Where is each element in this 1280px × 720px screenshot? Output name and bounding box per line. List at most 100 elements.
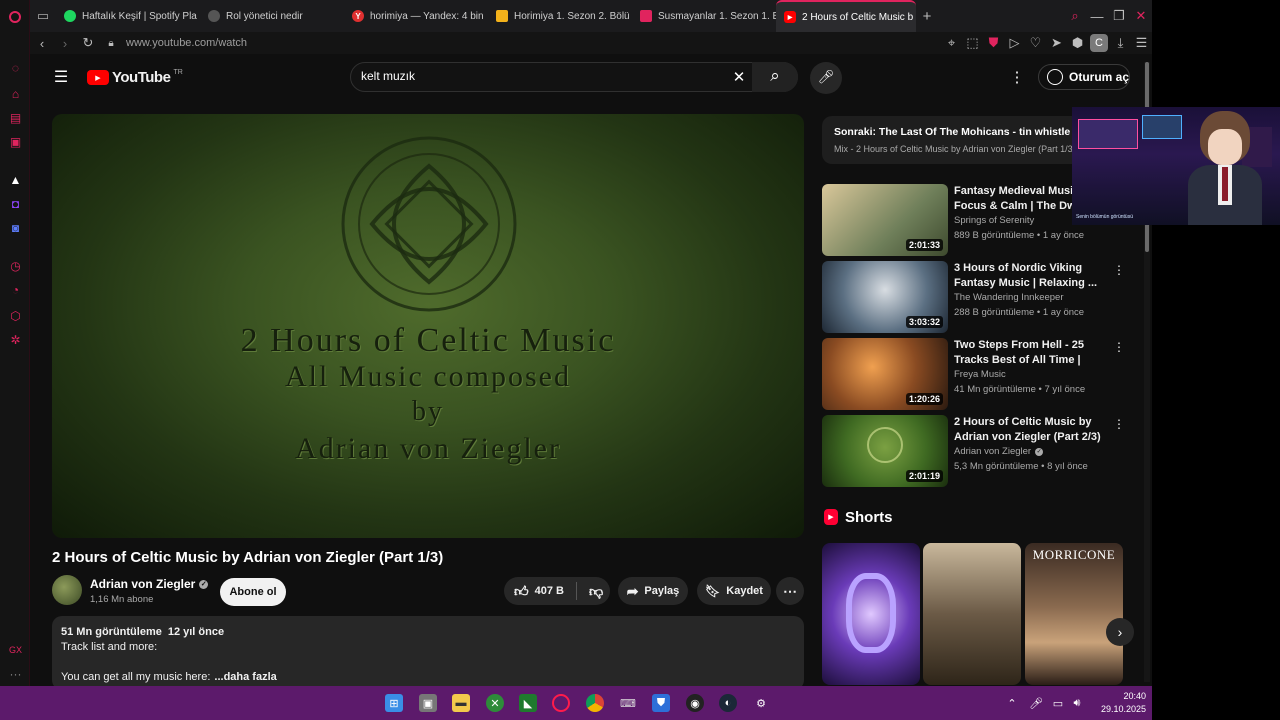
recommendation-card[interactable]: 1:20:26 Two Steps From Hell - 25 Tracks … [822, 338, 1142, 410]
save-button[interactable]: 🔖︎ Kaydet [697, 577, 771, 605]
card-channel[interactable]: Freya Music [954, 369, 1006, 380]
video-player[interactable]: 2 Hours of Celtic Music All Music compos… [52, 114, 804, 538]
gx-icon[interactable]: GX [9, 643, 22, 656]
card-channel[interactable]: The Wandering Innkeeper [954, 292, 1064, 303]
pin-icon[interactable]: ⌖ [941, 35, 962, 51]
like-icon[interactable]: 👍︎ [514, 583, 529, 600]
easy-setup-icon[interactable]: ☰ [1131, 35, 1152, 51]
forward-icon[interactable]: › [54, 36, 76, 51]
clock[interactable]: 20:40 29.10.2025 [1090, 690, 1146, 716]
maximize-icon[interactable]: ❐ [1108, 8, 1130, 24]
home-icon[interactable]: ⌂ [9, 87, 22, 101]
search-tabs-icon[interactable]: ⌕ [1064, 8, 1086, 24]
opera-sidebar: ◌ ⌂ ▤ ▣ ▲ ◘ ◙ ◷ ◔ ⬡ ✲ GX ··· [0, 0, 30, 686]
flow-icon[interactable]: ➤ [1046, 35, 1067, 51]
new-tab-icon[interactable]: + [916, 8, 938, 25]
more-actions-button[interactable]: ⋯ [776, 577, 804, 605]
card-channel-row[interactable]: Adrian von Ziegler ✓ [954, 446, 1044, 457]
tab-chatgpt[interactable]: Rol yönetici nedir [200, 0, 344, 32]
shorts-next-button[interactable]: › [1106, 618, 1134, 646]
reload-icon[interactable]: ↻ [76, 35, 100, 51]
tab-susmayanlar[interactable]: Susmayanlar 1. Sezon 1. B [632, 0, 776, 32]
tab-spotify[interactable]: Haftalık Keşif | Spotify Pla [56, 0, 200, 32]
apps-icon[interactable]: ▲ [9, 173, 22, 187]
tabs-menu-icon[interactable]: ▭ [30, 8, 56, 24]
ai-icon[interactable]: ◌ [9, 61, 22, 75]
clear-search-icon[interactable]: ✕ [730, 68, 748, 86]
video-thumbnail[interactable]: 1:20:26 [822, 338, 948, 410]
vpn-shield-icon[interactable]: ⛊ [983, 35, 1004, 51]
share-button[interactable]: ➦ Paylaş [618, 577, 688, 605]
nvidia-icon[interactable]: ◣ [519, 694, 537, 712]
defender-shield-icon[interactable]: ⛊ [652, 694, 670, 712]
mic-tray-icon[interactable]: 🎤︎ [1027, 694, 1045, 712]
show-more-link[interactable]: ...daha fazla [214, 671, 276, 683]
short-thumbnail[interactable] [822, 543, 920, 685]
description-box[interactable]: 51 Mn görüntüleme 12 yıl önce Track list… [52, 616, 804, 690]
network-icon[interactable]: ▭ [1049, 694, 1067, 712]
extensions-icon[interactable]: ⬡ [9, 309, 22, 323]
card-channel[interactable]: Adrian von Ziegler [954, 446, 1031, 457]
card-title[interactable]: Two Steps From Hell - 25 Tracks Best of … [954, 338, 1106, 368]
channel-name[interactable]: Adrian von Ziegler [90, 577, 195, 591]
download-icon[interactable]: ⤓ [1110, 35, 1131, 51]
profile-avatar[interactable]: C [1090, 34, 1108, 52]
card-menu-icon[interactable]: ⋮ [1113, 263, 1125, 277]
obs-icon[interactable]: ◉ [686, 694, 704, 712]
back-icon[interactable]: ‹ [30, 36, 54, 51]
search-input[interactable]: kelt muzık [361, 69, 415, 83]
tickets-icon[interactable]: ▤ [9, 111, 22, 125]
recommendation-card[interactable]: 2:01:19 2 Hours of Celtic Music by Adria… [822, 415, 1142, 487]
chrome-icon[interactable] [586, 694, 604, 712]
close-window-icon[interactable]: ✕ [1130, 8, 1152, 24]
heart-icon[interactable]: ♡ [1025, 35, 1046, 51]
card-menu-icon[interactable]: ⋮ [1113, 417, 1125, 431]
youtube-logo[interactable]: ▶ YouTube TR [87, 69, 183, 86]
like-count[interactable]: 407 B [535, 585, 564, 597]
minimize-icon[interactable]: — [1086, 9, 1108, 24]
xbox-icon[interactable]: ✕ [486, 694, 504, 712]
task-view-icon[interactable]: ▣ [419, 694, 437, 712]
video-thumbnail[interactable]: 2:01:19 [822, 415, 948, 487]
short-thumbnail[interactable]: MORRICONE [1025, 543, 1123, 685]
card-channel[interactable]: Springs of Serenity [954, 215, 1034, 226]
snapshot-icon[interactable]: ⬚ [962, 35, 983, 51]
url-text[interactable]: www.youtube.com/watch [126, 37, 247, 49]
dislike-icon[interactable]: 👎︎ [589, 583, 603, 600]
channel-name-row[interactable]: Adrian von Ziegler ✓ [90, 577, 209, 591]
opera-logo-icon[interactable] [9, 11, 21, 23]
start-icon[interactable]: ⊞ [385, 694, 403, 712]
steam-icon[interactable]: ◐ [719, 694, 737, 712]
settings-gear-icon[interactable]: ⚙ [752, 694, 770, 712]
card-title[interactable]: 2 Hours of Celtic Music by Adrian von Zi… [954, 415, 1106, 445]
extensions-puzzle-icon[interactable]: ⬢ [1067, 35, 1088, 51]
tab-youtube[interactable]: ▶ 2 Hours of Celtic Music b [776, 0, 916, 32]
settings-icon[interactable]: ✲ [9, 333, 22, 347]
hamburger-menu-icon[interactable]: ☰ [52, 68, 70, 86]
tab-horimiya[interactable]: Horimiya 1. Sezon 2. Bölü [488, 0, 632, 32]
signin-button[interactable]: Oturum aç [1038, 64, 1130, 90]
opera-gx-icon[interactable] [552, 694, 570, 712]
up-next-title[interactable]: Sonraki: The Last Of The Mohicans - tin … [834, 126, 1084, 138]
card-menu-icon[interactable]: ⋮ [1113, 340, 1125, 354]
more-icon[interactable]: ··· [9, 667, 22, 681]
shield-app-icon[interactable]: ◙ [9, 221, 22, 235]
video-thumbnail[interactable]: 3:03:32 [822, 261, 948, 333]
video-thumbnail[interactable]: 2:01:33 [822, 184, 948, 256]
history-icon[interactable]: ◷ [9, 259, 22, 273]
apps-tray-icon[interactable]: ⌨ [619, 694, 637, 712]
short-thumbnail[interactable] [923, 543, 1021, 685]
twitch-icon[interactable]: ◘ [9, 197, 22, 211]
player-icon[interactable]: ▷ [1004, 35, 1025, 51]
volume-icon[interactable]: 🔊︎ [1068, 694, 1086, 712]
wallet-icon[interactable]: ▣ [9, 135, 22, 149]
file-explorer-icon[interactable]: ▬ [452, 694, 470, 712]
subscribe-button[interactable]: Abone ol [220, 578, 286, 606]
recommendation-card[interactable]: 3:03:32 3 Hours of Nordic Viking Fantasy… [822, 261, 1142, 333]
tray-chevron-icon[interactable]: ⌃ [1003, 694, 1021, 712]
clock-icon[interactable]: ◔ [9, 283, 22, 297]
card-title[interactable]: 3 Hours of Nordic Viking Fantasy Music |… [954, 261, 1106, 291]
tab-yandex[interactable]: Y horimiya — Yandex: 4 bin [344, 0, 488, 32]
channel-avatar[interactable] [52, 575, 82, 605]
settings-kebab-icon[interactable]: ⋮ [1010, 68, 1025, 86]
